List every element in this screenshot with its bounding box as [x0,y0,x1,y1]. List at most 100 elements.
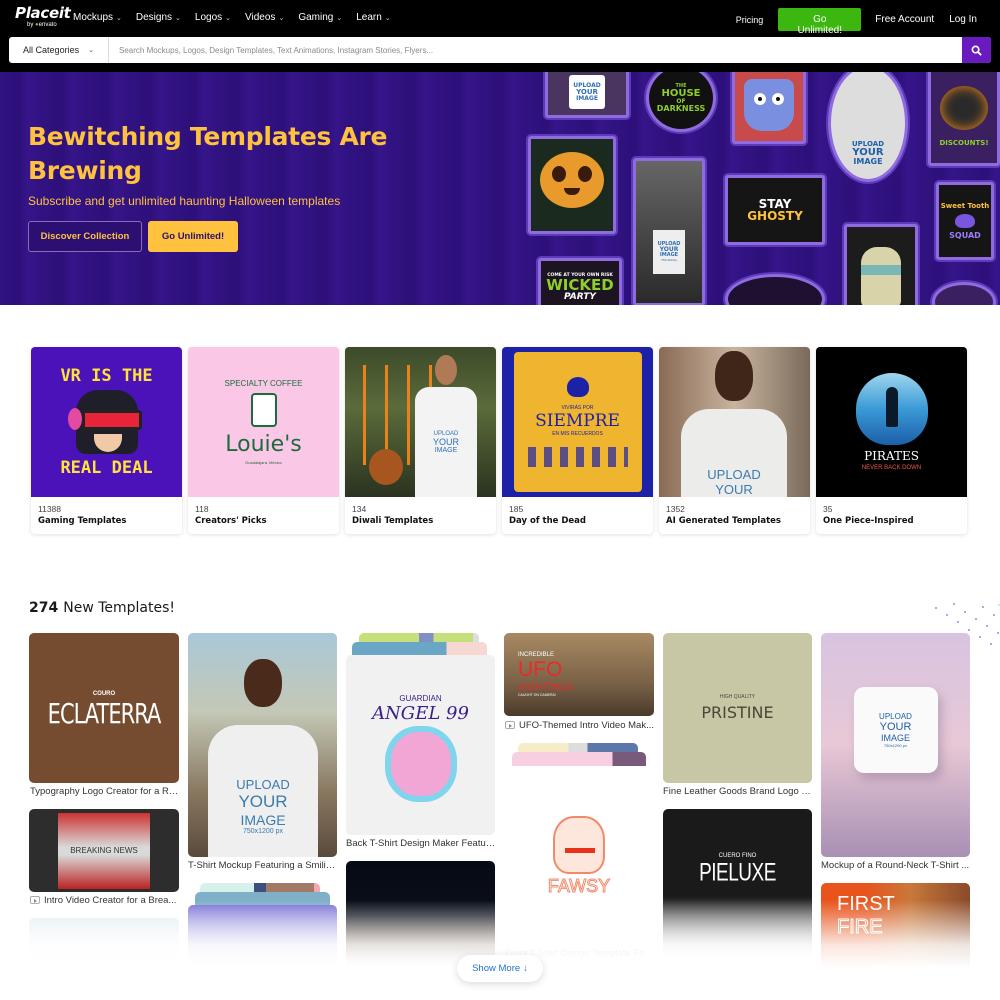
template-card-partial[interactable] [29,918,179,978]
coffee-pot-mascot-icon [250,393,277,427]
witch-photo-frame: UPLOAD YOUR IMAGE 750x1100px [633,158,705,305]
template-card-pieluxe-logo[interactable]: CUERO FINO PIELUXE [663,809,812,959]
stack-layer [195,892,330,906]
thumb-text: YOUR [432,436,459,447]
template-caption[interactable]: UFO-Themed Intro Video Mak... [505,720,655,731]
bat-icon [955,213,975,228]
template-caption[interactable]: T-Shirt Mockup Featuring a Smilin... [188,860,338,871]
frame-text: PARTY [564,292,596,303]
thumb-text: YOUR [879,721,912,733]
chevron-down-icon: ⌄ [116,14,122,22]
thumb-text: PIELUXE [699,859,776,887]
frame-text: YOUR [852,146,884,158]
stay-ghosty-frame: STAY GHOSTY [725,175,825,245]
caption-text: Fine Leather Goods Brand Logo T... [663,786,813,797]
category-name: Gaming Templates [38,516,127,526]
template-card-ufo-video[interactable]: INCREDIBLE UFO SIGHTINGS CAUGHT ON CAMER… [504,633,654,716]
scary-video-oval-frame [725,274,825,305]
nav-label: Videos [245,12,276,23]
nav-label: Logos [194,12,223,23]
logo-byline: by ●envato [27,22,71,29]
hero-go-unlimited-button[interactable]: Go Unlimited! [148,221,238,252]
thumb-text: IMAGE [240,812,286,828]
template-caption[interactable]: Fine Leather Goods Brand Logo T... [663,786,813,797]
frame-text: 750x1100px [660,258,678,262]
floating-tshirt: UPLOAD YOUR IMAGE 750x1200 px [853,687,938,773]
discover-collection-button[interactable]: Discover Collection [28,221,142,252]
nav-designs[interactable]: Designs ⌄ [136,12,181,23]
category-select[interactable]: All Categories ⌄ [9,37,109,63]
login-link[interactable]: Log In [949,14,977,25]
halloween-frames-illustration: UPLOAD YOUR IMAGE THE HOUSE OF DARKNESS … [500,72,1000,305]
pricing-link[interactable]: Pricing [736,15,764,25]
arrow-down-icon: ↓ [523,963,528,974]
account-nav: Pricing Go Unlimited! Free Account Log I… [736,8,977,36]
template-card-purple-sky[interactable] [188,905,337,975]
template-card-pristine-logo[interactable]: HIGH QUALITY PRISTINE [663,633,812,783]
category-name: Diwali Templates [352,516,434,526]
category-card-diwali[interactable]: UPLOAD YOUR IMAGE 134 Diwali Templates [345,347,496,534]
shirt-upload-text: UPLOAD YOUR IMAGE [852,140,884,166]
search-bar: All Categories ⌄ [9,37,991,63]
nav-videos[interactable]: Videos ⌄ [245,12,284,23]
free-account-link[interactable]: Free Account [875,14,934,25]
thumb-text: 750x1200 px [242,828,284,835]
thumb-text: FIRE [837,916,884,939]
template-card-fawsy-tshirt[interactable]: FAWSY [504,766,654,946]
show-more-button[interactable]: Show More ↓ [457,955,543,982]
cat-devil-illustration-icon [553,815,605,874]
sweet-tooth-frame: Sweet Tooth SQUAD [936,182,994,260]
thumb-text: YOUR [238,792,288,811]
show-more-label: Show More [472,963,521,974]
nav-label: Designs [135,12,173,23]
new-templates-heading: 274 New Templates! [29,600,175,616]
category-card-creators-picks[interactable]: SPECIALTY COFFEE Louie's Guadalajara, Mé… [188,347,339,534]
placeit-logo[interactable]: Placeit by ●envato [15,6,71,29]
template-card-tshirt-mockup-smiling[interactable]: UPLOAD YOUR IMAGE 750x1200 px [188,633,337,857]
category-card-gaming[interactable]: VR IS THE REAL DEAL 11388 Gaming Templat… [31,347,182,534]
nav-gaming[interactable]: Gaming ⌄ [298,12,342,23]
template-card-breaking-news-video[interactable]: BREAKING NEWS [29,809,179,892]
search-button[interactable] [962,37,991,63]
tshirt-oval-frame: UPLOAD YOUR IMAGE [828,72,908,182]
template-caption[interactable]: Mockup of a Round-Neck T-Shirt ... [821,860,971,871]
thumb-text: COURO [92,690,116,697]
template-caption[interactable]: Back T-Shirt Design Maker Featuri... [346,838,496,849]
caption-text: Mockup of a Round-Neck T-Shirt ... [821,860,970,871]
template-card-typography-logo[interactable]: COURO ECLATERRA [29,633,179,783]
ghost-oval-frame [932,282,996,305]
nav-learn[interactable]: Learn ⌄ [356,12,390,23]
thumb-text: UPLOAD [707,467,761,482]
frame-text: DISCOUNTS! [939,138,989,147]
category-card-ai-generated[interactable]: UPLOAD YOUR 1352 AI Generated Templates [659,347,810,534]
breaking-news-frame: BREAKING NEWS [58,812,150,889]
caption-text: Back T-Shirt Design Maker Featuri... [346,838,496,849]
nav-mockups[interactable]: Mockups ⌄ [73,12,122,23]
category-card-one-piece[interactable]: PIRATES NEVER BACK DOWN 35 One Piece-Ins… [816,347,967,534]
template-card-round-neck-tshirt[interactable]: UPLOAD YOUR IMAGE 750x1200 px [821,633,970,857]
thumb-text: PIRATES [864,449,919,463]
search-input[interactable] [109,37,962,63]
vr-headset-icon [67,390,146,454]
template-caption[interactable]: Typography Logo Creator for a Re... [30,786,180,797]
nav-logos[interactable]: Logos ⌄ [195,12,231,23]
man-head [715,351,753,401]
chevron-down-icon: ⌄ [88,47,94,54]
thumb-text: EN MIS RECUERDOS [552,431,603,437]
template-card-guardian-angel[interactable]: GUARDIAN ANGEL 99 [346,655,495,835]
thumb-text: BREAKING NEWS [70,846,138,855]
logo-by-text: by [27,22,34,28]
thumb-text: UPLOAD [879,712,912,721]
thumb-text: FAWSY [547,875,611,896]
category-card-day-of-the-dead[interactable]: VIVIRÁS POR SIEMPRE EN MIS RECUERDOS 185… [502,347,653,534]
template-card-first-fire[interactable]: FIRST FIRE [821,883,970,973]
new-templates-count: 274 [29,600,59,616]
thumb-text: YOUR [715,482,753,497]
house-of-darkness-frame: THE HOUSE OF DARKNESS [646,72,716,132]
template-caption[interactable]: Intro Video Creator for a Brea... [30,895,180,906]
frame-text: IMAGE [576,94,598,102]
thumb-text: REAL DEAL [60,458,153,478]
sugar-skull-icon [566,377,589,397]
go-unlimited-button[interactable]: Go Unlimited! [778,8,862,36]
nav-label: Learn [356,12,382,23]
